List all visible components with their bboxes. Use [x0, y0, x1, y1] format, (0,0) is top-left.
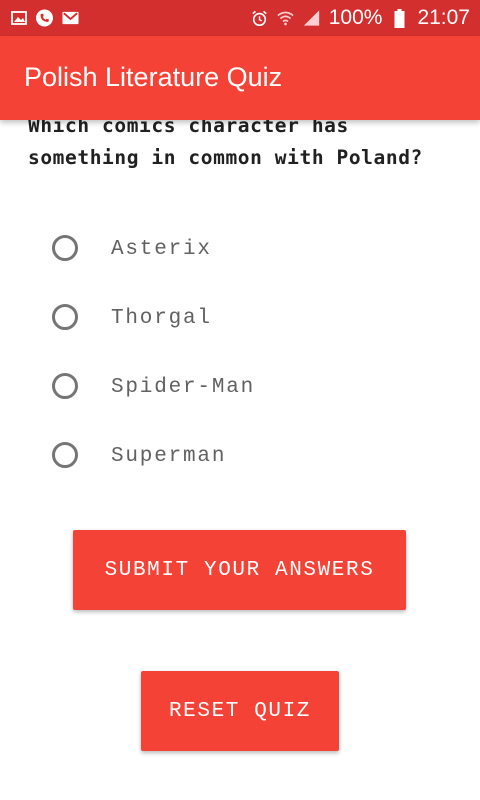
- option-label[interactable]: Superman: [111, 445, 226, 468]
- app-title: Polish Literature Quiz: [24, 61, 283, 92]
- radio-button[interactable]: [52, 235, 78, 261]
- option-thorgal[interactable]: Thorgal: [52, 300, 255, 369]
- option-superman[interactable]: Superman: [52, 438, 255, 507]
- option-spider-man[interactable]: Spider-Man: [52, 369, 255, 438]
- status-time: 21:07: [417, 6, 470, 29]
- image-icon: [10, 10, 27, 27]
- app-bar: Polish Literature Quiz: [0, 36, 480, 120]
- radio-button[interactable]: [52, 373, 78, 399]
- status-bar: 100% 21:07: [0, 0, 480, 36]
- radio-button[interactable]: [52, 442, 78, 468]
- signal-icon: [303, 10, 320, 27]
- reset-quiz-button[interactable]: RESET QUIZ: [141, 671, 339, 751]
- submit-answers-button[interactable]: SUBMIT YOUR ANSWERS: [73, 530, 406, 610]
- option-asterix[interactable]: Asterix: [52, 231, 255, 300]
- gmail-icon: [62, 10, 79, 27]
- status-left-icons: [10, 9, 79, 27]
- alarm-icon: [251, 10, 268, 27]
- radio-button[interactable]: [52, 304, 78, 330]
- option-label[interactable]: Thorgal: [111, 307, 212, 330]
- status-right-icons: 100% 21:07: [251, 6, 470, 30]
- option-label[interactable]: Asterix: [111, 238, 212, 261]
- phone-icon: [36, 9, 53, 27]
- option-label[interactable]: Spider-Man: [111, 376, 255, 399]
- battery-icon: [391, 8, 408, 28]
- wifi-icon: [277, 10, 294, 27]
- battery-percent: 100%: [328, 6, 383, 29]
- answer-options: Asterix Thorgal Spider-Man Superman: [52, 231, 255, 507]
